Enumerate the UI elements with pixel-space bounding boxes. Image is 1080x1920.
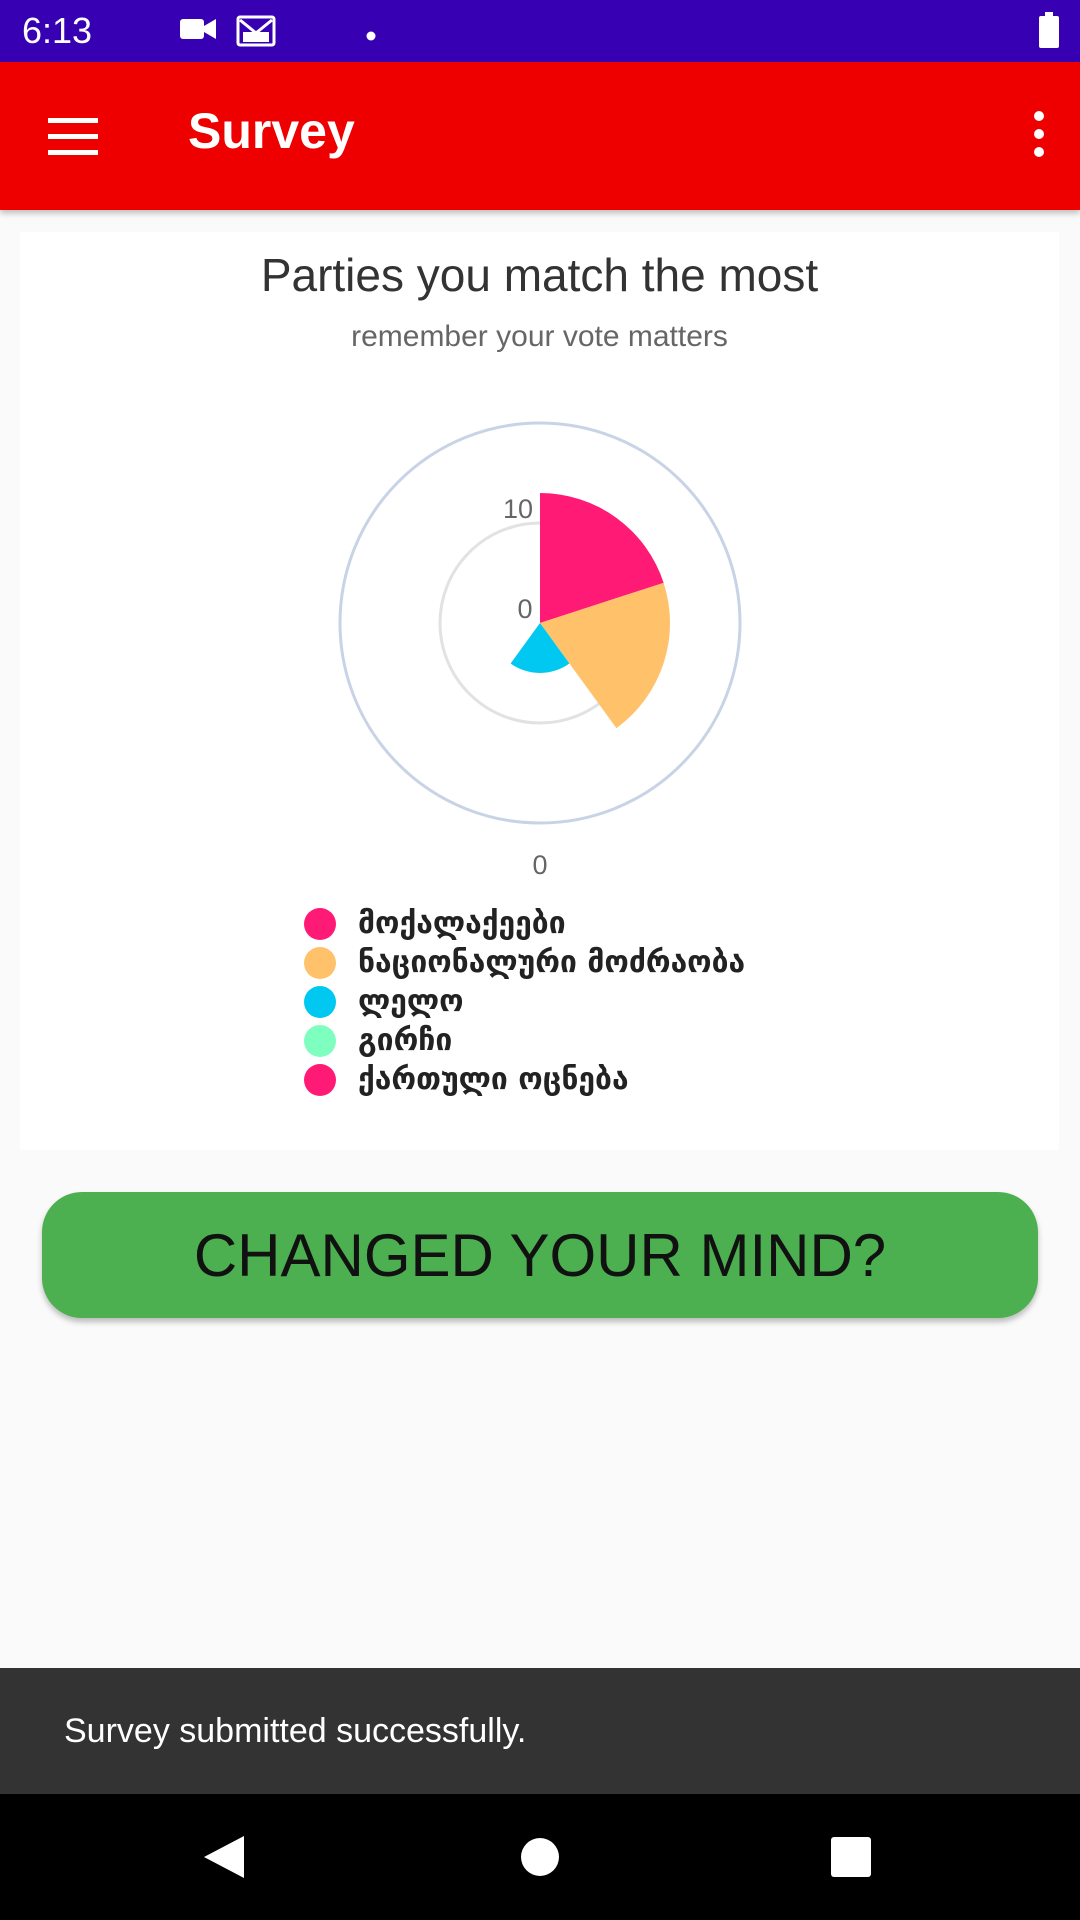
- navigation-bar: [0, 1794, 1080, 1920]
- legend-label: გირჩი: [358, 1023, 453, 1058]
- radial-tick-label-10: 10: [503, 494, 533, 524]
- app-title: Survey: [188, 103, 355, 159]
- legend-label: ნაციონალური მოძრაობა: [358, 945, 746, 980]
- app-bar: Survey: [0, 62, 1080, 210]
- legend-item[interactable]: ლელო: [304, 982, 745, 1021]
- legend-item[interactable]: ქართული ოცნება: [304, 1060, 745, 1099]
- polar-area-chart: 10 0 0: [338, 421, 742, 880]
- legend-color-dot: [304, 907, 336, 940]
- status-bar: 6:13: [0, 0, 1080, 62]
- back-icon[interactable]: [202, 1834, 246, 1884]
- snackbar-message: Survey submitted successfully.: [64, 1712, 527, 1750]
- recents-icon[interactable]: [830, 1834, 872, 1884]
- hamburger-menu-icon[interactable]: [48, 118, 98, 160]
- legend-item[interactable]: გირჩი: [304, 1021, 745, 1060]
- legend-label: ქართული ოცნება: [358, 1062, 629, 1097]
- notification-dot-icon: [366, 26, 376, 45]
- chart-bottom-label: 0: [532, 850, 547, 880]
- legend-item[interactable]: მოქალაქეები: [304, 904, 745, 943]
- legend-color-dot: [304, 946, 336, 979]
- legend-label: მოქალაქეები: [358, 906, 566, 941]
- legend-label: ლელო: [358, 984, 464, 1019]
- chart-legend: მოქალაქეები ნაციონალური მოძრაობა ლელო გირჩი…: [304, 904, 745, 1099]
- legend-item[interactable]: ნაციონალური მოძრაობა: [304, 943, 745, 982]
- home-icon[interactable]: [520, 1834, 560, 1884]
- legend-color-dot: [304, 985, 336, 1018]
- radial-tick-label-0: 0: [517, 594, 532, 624]
- battery-icon: [1038, 12, 1060, 52]
- video-camera-icon: [178, 14, 218, 48]
- status-time: 6:13: [22, 10, 93, 51]
- chart-card: Parties you match the most remember your…: [20, 232, 1059, 1150]
- legend-color-dot: [304, 1063, 336, 1096]
- legend-color-dot: [304, 1024, 336, 1057]
- snackbar: Survey submitted successfully.: [0, 1668, 1080, 1794]
- gmail-icon: [236, 14, 276, 52]
- overflow-menu-icon[interactable]: [1024, 110, 1054, 164]
- changed-your-mind-button[interactable]: CHANGED YOUR MIND?: [42, 1192, 1038, 1318]
